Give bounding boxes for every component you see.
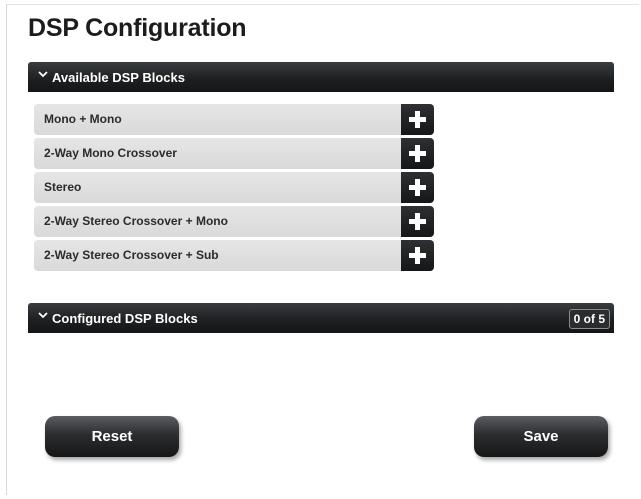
list-item: 2-Way Stereo Crossover + Sub (34, 240, 434, 271)
reset-button[interactable]: Reset (45, 416, 179, 457)
available-blocks-list: Mono + Mono 2-Way Mono Crossover Stereo … (34, 104, 434, 274)
add-block-button[interactable] (401, 138, 434, 169)
available-blocks-title: Available DSP Blocks (52, 70, 185, 85)
block-name: 2-Way Stereo Crossover + Mono (44, 214, 228, 228)
plus-icon (409, 179, 426, 196)
list-item: 2-Way Mono Crossover (34, 138, 434, 169)
available-blocks-header[interactable]: Available DSP Blocks (28, 62, 614, 92)
configured-count-badge: 0 of 5 (568, 309, 610, 329)
save-button[interactable]: Save (474, 416, 608, 457)
block-name: Mono + Mono (44, 112, 122, 126)
page-title: DSP Configuration (28, 14, 247, 42)
block-name: Stereo (44, 180, 82, 194)
block-name: 2-Way Stereo Crossover + Sub (44, 248, 219, 262)
add-block-button[interactable] (401, 206, 434, 237)
list-item: Mono + Mono (34, 104, 434, 135)
add-block-button[interactable] (401, 172, 434, 203)
plus-icon (409, 111, 426, 128)
add-block-button[interactable] (401, 104, 434, 135)
plus-icon (409, 145, 426, 162)
chevron-down-icon (38, 312, 48, 319)
block-name: 2-Way Mono Crossover (44, 146, 177, 160)
list-item: Stereo (34, 172, 434, 203)
configured-blocks-header[interactable]: Configured DSP Blocks 0 of 5 (28, 303, 614, 333)
configured-blocks-title: Configured DSP Blocks (52, 311, 198, 326)
add-block-button[interactable] (401, 240, 434, 271)
plus-icon (409, 247, 426, 264)
chevron-down-icon (38, 71, 48, 78)
list-item: 2-Way Stereo Crossover + Mono (34, 206, 434, 237)
plus-icon (409, 213, 426, 230)
